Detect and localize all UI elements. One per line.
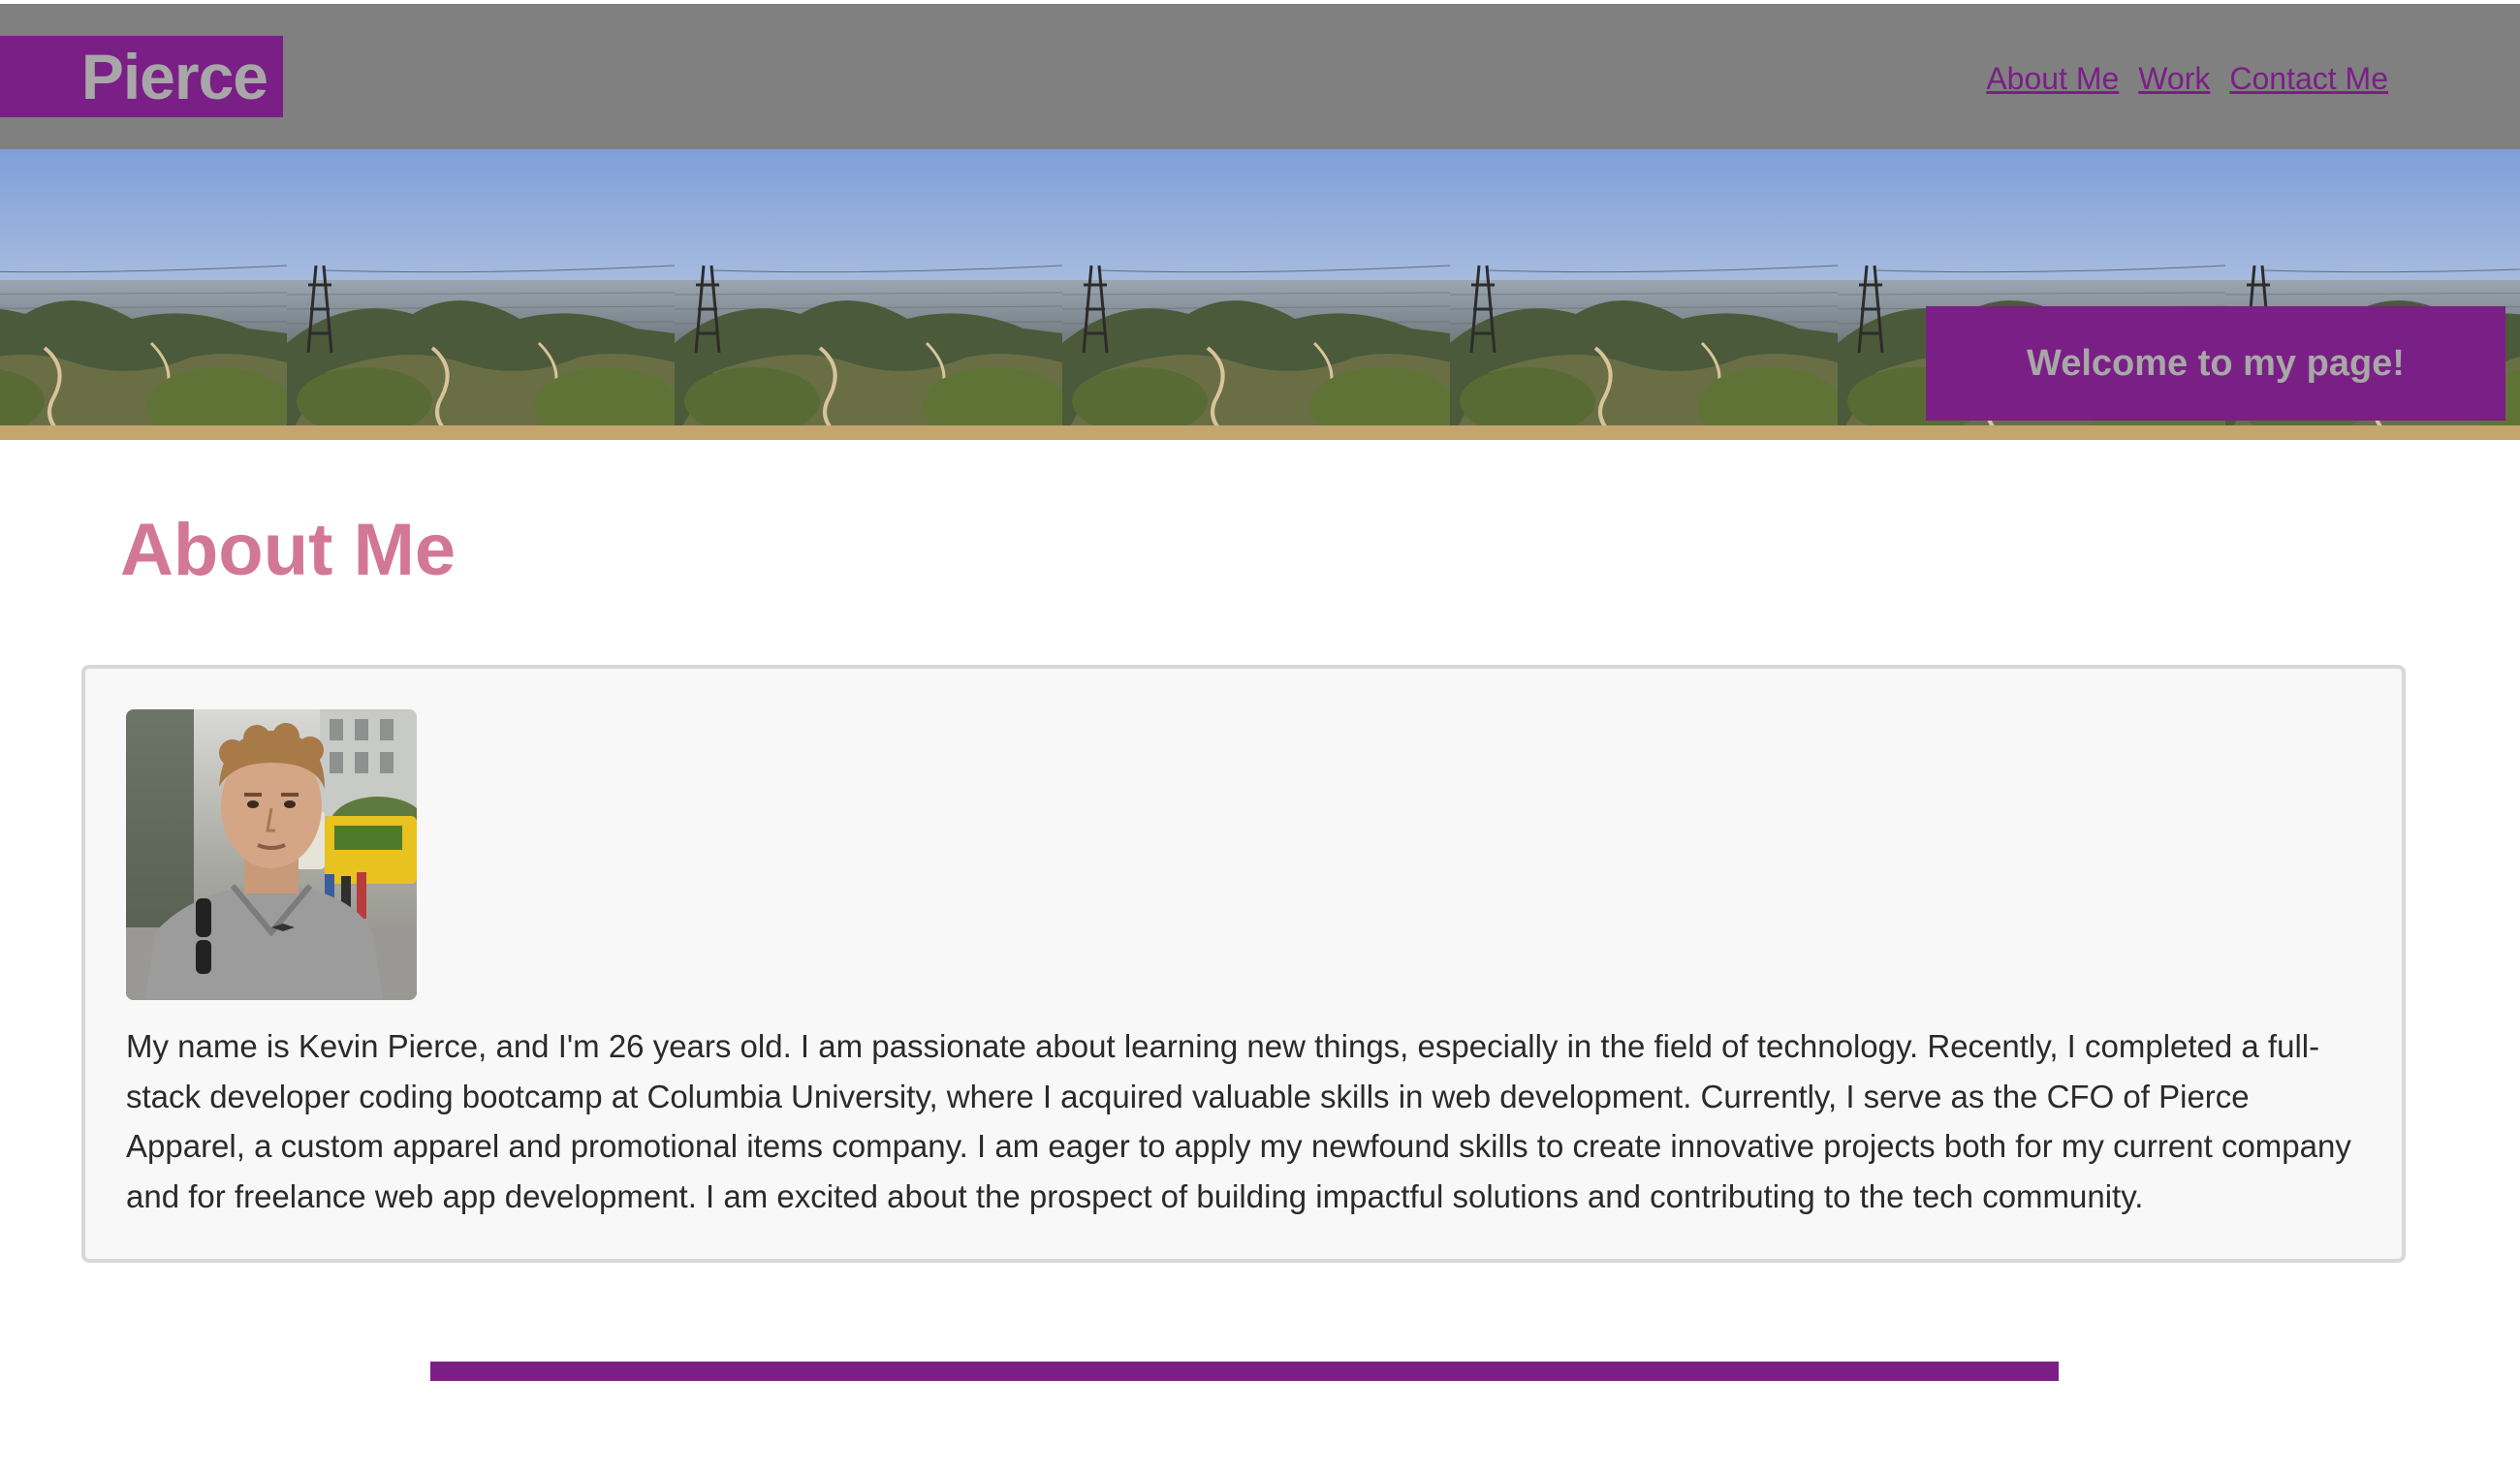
landscape-photo [1062, 149, 1450, 440]
main-nav: About Me Work Contact Me [1986, 60, 2388, 97]
landscape-photo [675, 149, 1062, 440]
profile-photo [126, 709, 417, 1000]
about-heading: About Me [120, 509, 457, 591]
nav-link-contact-me[interactable]: Contact Me [2229, 60, 2388, 97]
landscape-photo [0, 149, 287, 440]
nav-link-work[interactable]: Work [2138, 60, 2210, 97]
landscape-photo [287, 149, 675, 440]
section-divider [430, 1362, 2059, 1381]
about-card: My name is Kevin Pierce, and I'm 26 year… [81, 665, 2406, 1263]
welcome-banner: Welcome to my page! [1926, 306, 2505, 421]
about-bio: My name is Kevin Pierce, and I'm 26 year… [126, 1028, 2351, 1214]
hero-tile [0, 149, 287, 440]
hero-tile [1450, 149, 1838, 440]
hero-tile [1062, 149, 1450, 440]
hero-tile [675, 149, 1062, 440]
brand-logo[interactable]: Pierce [0, 36, 283, 117]
hero-tile [287, 149, 675, 440]
landscape-photo [1450, 149, 1838, 440]
profile-photo-image [126, 709, 417, 1000]
page: Pierce About Me Work Contact Me Welcome … [0, 0, 2520, 1473]
site-header: Pierce About Me Work Contact Me [0, 4, 2520, 149]
nav-link-about-me[interactable]: About Me [1986, 60, 2119, 97]
